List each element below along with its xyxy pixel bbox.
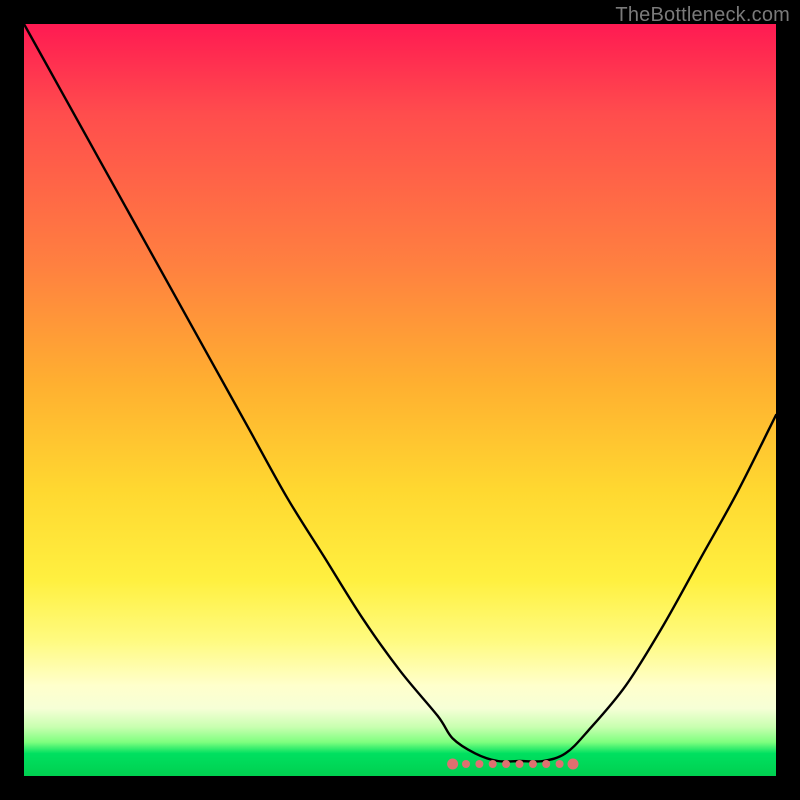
optimal-marker-dot (529, 760, 537, 768)
plot-area (24, 24, 776, 776)
optimal-marker-dot (462, 760, 470, 768)
optimal-marker-dot (475, 760, 483, 768)
optimal-marker-dot (502, 760, 510, 768)
chart-frame: TheBottleneck.com (0, 0, 800, 800)
bottleneck-curve (24, 24, 776, 762)
curve-layer (24, 24, 776, 776)
optimal-marker-dot (568, 759, 579, 770)
optimal-marker-dot (556, 760, 564, 768)
optimal-marker-dot (516, 760, 524, 768)
optimal-marker-dot (489, 760, 497, 768)
watermark-text: TheBottleneck.com (615, 4, 790, 27)
optimal-marker-dot (447, 759, 458, 770)
optimal-marker-dot (542, 760, 550, 768)
